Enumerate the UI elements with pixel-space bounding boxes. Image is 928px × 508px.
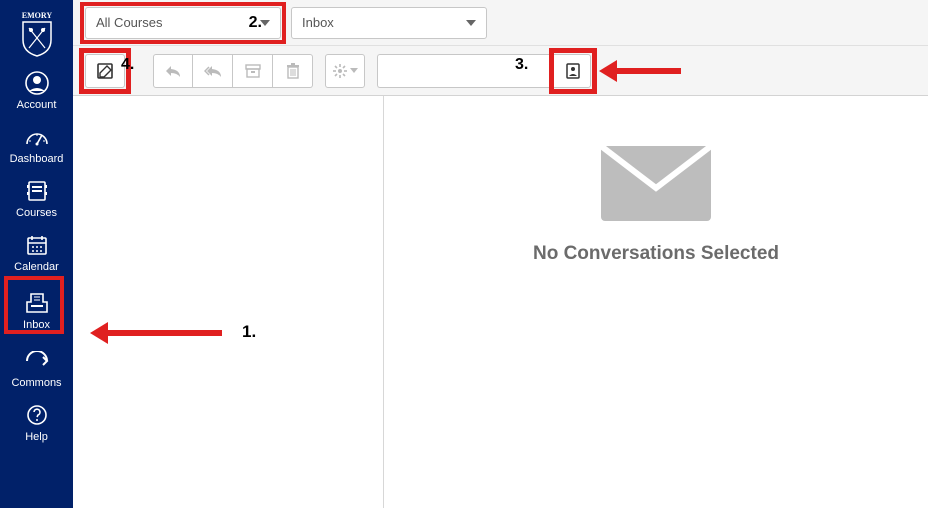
account-icon <box>24 70 50 96</box>
commons-icon <box>24 348 50 374</box>
gear-icon <box>333 64 358 78</box>
chevron-down-icon <box>250 20 270 26</box>
search-input[interactable] <box>377 54 555 88</box>
inbox-icon <box>24 290 50 316</box>
address-book-icon <box>565 63 581 79</box>
reply-button[interactable] <box>153 54 193 88</box>
reply-all-button[interactable] <box>193 54 233 88</box>
envelope-icon <box>601 146 711 221</box>
global-nav: EMORY Account Dashboard Courses Calendar <box>0 0 73 508</box>
filter-toolbar: All Courses 2. Inbox <box>73 0 928 46</box>
settings-menu-button[interactable] <box>325 54 365 88</box>
delete-button[interactable] <box>273 54 313 88</box>
nav-account-label: Account <box>17 98 57 112</box>
content-panes: No Conversations Selected <box>73 96 928 508</box>
address-book-button[interactable] <box>555 54 591 88</box>
calendar-icon <box>24 232 50 258</box>
main-area: All Courses 2. Inbox 4. <box>73 0 928 508</box>
chevron-down-icon <box>456 20 476 26</box>
reply-all-icon <box>204 64 222 78</box>
conversation-list-pane <box>73 96 384 508</box>
nav-commons[interactable]: Commons <box>0 342 73 396</box>
nav-commons-label: Commons <box>11 376 61 390</box>
nav-calendar[interactable]: Calendar <box>0 226 73 280</box>
mailbox-filter-select[interactable]: Inbox <box>291 7 487 39</box>
nav-inbox-label: Inbox <box>23 318 50 332</box>
course-filter-label: All Courses <box>96 15 162 30</box>
nav-help-label: Help <box>25 430 48 444</box>
archive-icon <box>245 64 261 78</box>
action-toolbar: 4. <box>73 46 928 96</box>
mailbox-filter-label: Inbox <box>302 15 334 30</box>
nav-inbox[interactable]: Inbox <box>0 280 73 342</box>
compose-button[interactable] <box>85 54 125 88</box>
compose-icon <box>96 62 114 80</box>
nav-courses[interactable]: Courses <box>0 172 73 226</box>
annotation-arrow-addressbook <box>613 68 681 74</box>
svg-text:EMORY: EMORY <box>21 11 52 20</box>
reply-icon <box>165 64 181 78</box>
trash-icon <box>286 63 300 79</box>
nav-dashboard[interactable]: Dashboard <box>0 118 73 172</box>
nav-dashboard-label: Dashboard <box>10 152 64 166</box>
dashboard-icon <box>24 124 50 150</box>
nav-courses-label: Courses <box>16 206 57 220</box>
archive-button[interactable] <box>233 54 273 88</box>
emory-logo: EMORY <box>19 8 55 58</box>
course-filter-select[interactable]: All Courses 2. <box>85 7 281 39</box>
help-icon <box>24 402 50 428</box>
conversation-detail-pane: No Conversations Selected <box>384 96 928 508</box>
nav-help[interactable]: Help <box>0 396 73 450</box>
empty-state-text: No Conversations Selected <box>533 243 779 265</box>
nav-account[interactable]: Account <box>0 64 73 118</box>
courses-icon <box>24 178 50 204</box>
nav-calendar-label: Calendar <box>14 260 59 274</box>
